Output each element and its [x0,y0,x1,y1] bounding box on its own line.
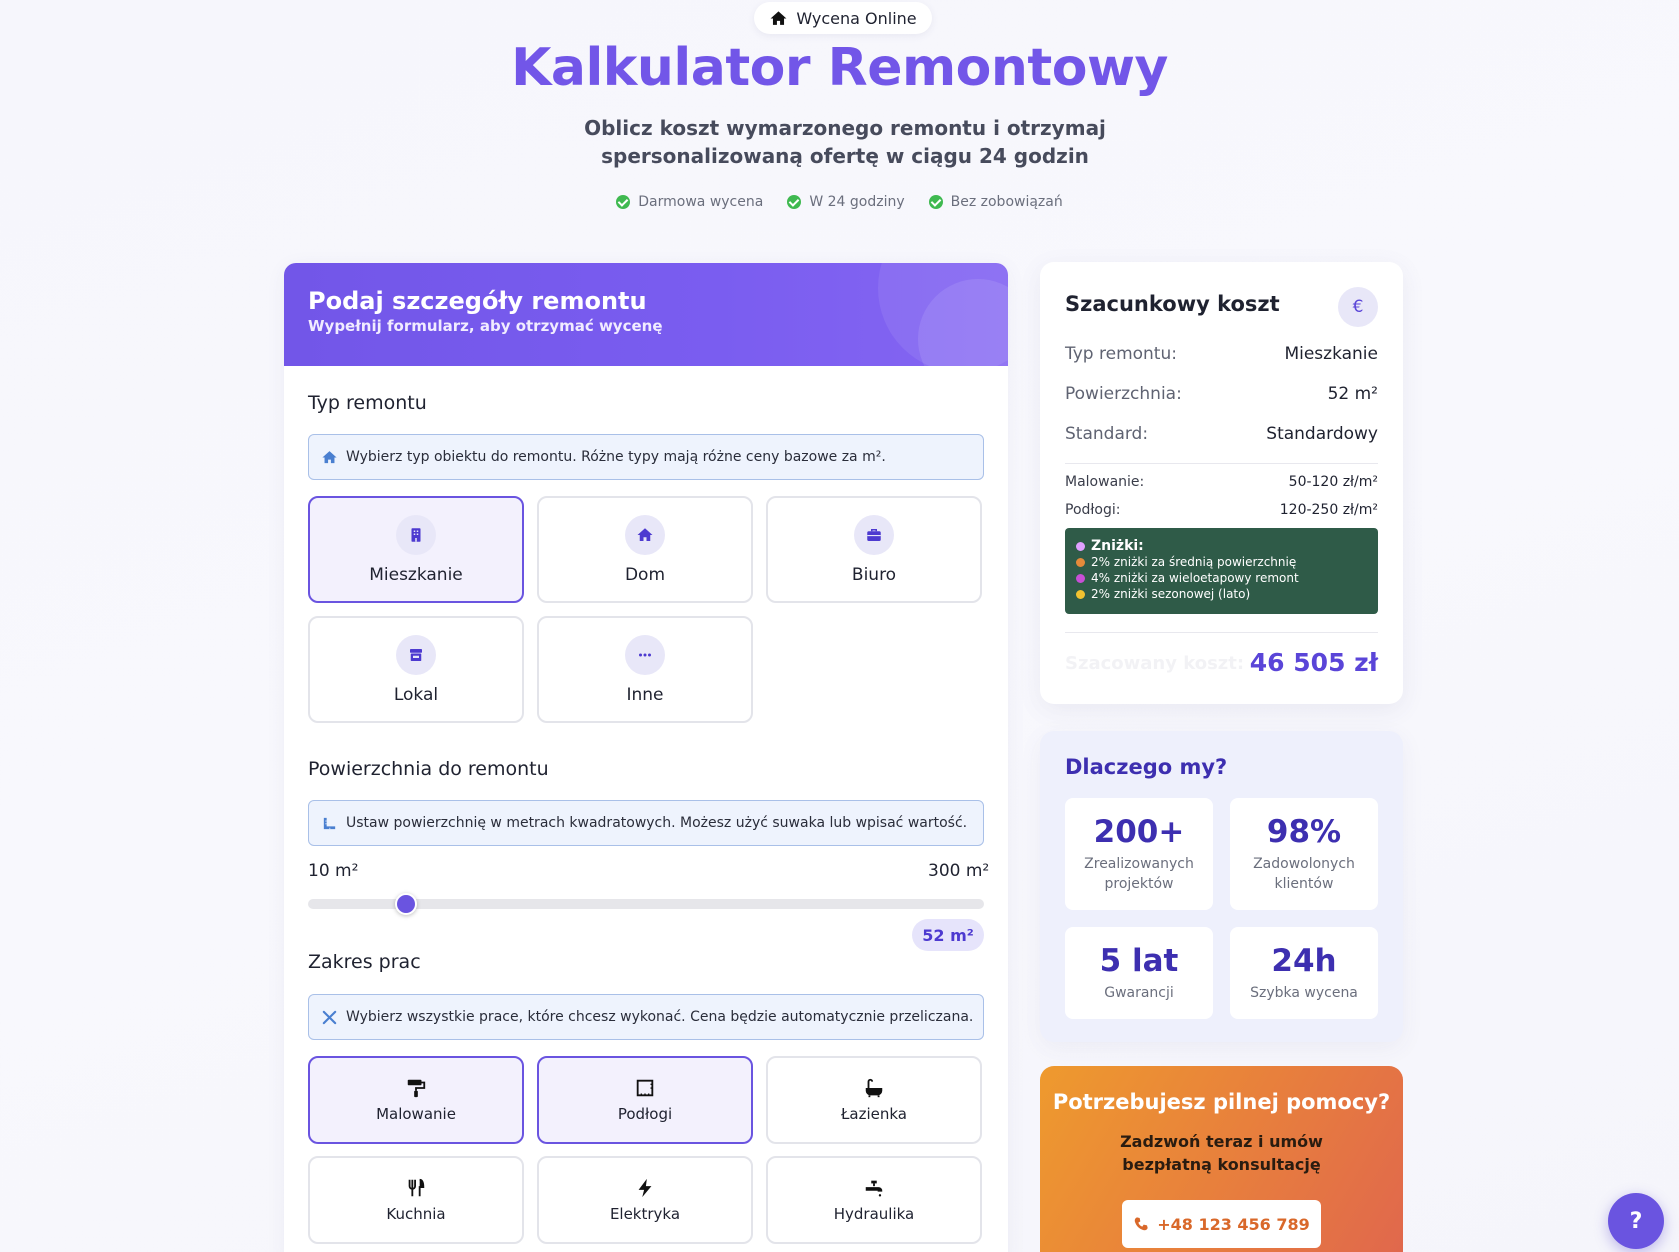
price-row-painting: Malowanie: 50-120 zł/m² [1065,474,1378,490]
why-us-title: Dlaczego my? [1065,755,1228,779]
faucet-icon [865,1180,883,1197]
euro-icon: € [1338,287,1378,327]
stat-warranty: 5 lat Gwarancji [1065,927,1213,1019]
summary-row-standard: Standard: Standardowy [1065,424,1378,444]
feature-item: Darmowa wycena [616,194,763,210]
form-subtitle: Wypełnij formularz, aby otrzymać wycenę [308,317,663,335]
house-emoji-icon [1076,557,1085,567]
check-circle-icon [787,195,802,209]
estimate-label: Szacowany koszt: [1065,653,1245,674]
scope-option-lazienka[interactable]: Łazienka [766,1056,982,1144]
party-icon [1076,541,1085,551]
area-min-label: 10 m² [308,861,359,881]
urgent-help-card: Potrzebujesz pilnej pomocy? Zadzwoń tera… [1040,1066,1403,1252]
call-button[interactable]: +48 123 456 789 [1122,1200,1321,1248]
discounts-title: Zniżki: [1091,538,1144,554]
scope-info-box: Wybierz wszystkie prace, które chcesz wy… [308,994,984,1040]
check-circle-icon [616,195,631,209]
feature-list: Darmowa wycena W 24 godziny Bez zobowiąz… [0,194,1679,210]
page-subtitle: Oblicz koszt wymarzonego remontu i otrzy… [584,116,1106,168]
why-us-card: Dlaczego my? 200+ Zrealizowanych projekt… [1040,731,1403,1042]
area-section-title: Powierzchnia do remontu [308,758,549,780]
ruler-icon [323,817,336,829]
tools-icon [322,1010,337,1024]
estimate-value: 46 505 zł [1249,648,1378,677]
online-quote-badge: Wycena Online [754,2,932,34]
sun-icon [1076,589,1085,599]
summary-row-area: Powierzchnia: 52 m² [1065,384,1378,404]
paint-roller-icon [407,1079,426,1098]
house-icon [625,514,665,555]
type-option-biuro[interactable]: Biuro [766,496,982,603]
scope-option-hydraulika[interactable]: Hydraulika [766,1156,982,1244]
building-icon [396,514,436,555]
form-header: Podaj szczegóły remontu Wypełnij formula… [284,263,1008,366]
help-subtitle: Zadzwoń teraz i umów bezpłatną konsultac… [1120,1132,1323,1174]
discounts-box: Zniżki: 2% zniżki za średnią powierzchni… [1065,528,1378,614]
ellipsis-icon [625,634,665,675]
page-title: Kalkulator Remontowy [511,38,1168,98]
utensils-icon [408,1178,425,1197]
briefcase-icon [854,514,894,555]
scope-section-title: Zakres prac [308,951,421,973]
scope-option-elektryka[interactable]: Elektryka [537,1156,753,1244]
area-value-badge: 52 m² [912,919,984,951]
cost-summary-card: Szacunkowy koszt € Typ remontu: Mieszkani… [1040,262,1403,704]
divider [1065,463,1378,464]
phone-icon [1134,1217,1148,1231]
store-icon [396,634,436,675]
price-row-floors: Podłogi: 120-250 zł/m² [1065,502,1378,518]
help-fab-button[interactable]: ? [1608,1193,1664,1249]
stat-quick-quote: 24h Szybka wycena [1230,927,1378,1019]
check-circle-icon [928,195,943,209]
type-option-dom[interactable]: Dom [537,496,753,603]
divider [1065,632,1378,633]
bath-icon [865,1078,883,1098]
feature-item: W 24 godziny [787,194,905,210]
summary-title: Szacunkowy koszt [1065,292,1280,316]
type-option-lokal[interactable]: Lokal [308,616,524,723]
summary-row-type: Typ remontu: Mieszkanie [1065,344,1378,364]
online-quote-label: Wycena Online [796,8,917,28]
home-icon [770,10,787,25]
type-section-title: Typ remontu [308,392,427,414]
form-title: Podaj szczegóły remontu [308,287,647,315]
scope-option-malowanie[interactable]: Malowanie [308,1056,524,1144]
renovation-form: Podaj szczegóły remontu Wypełnij formula… [284,263,1008,1252]
floor-icon [636,1079,654,1097]
target-icon [1076,573,1085,583]
bolt-icon [638,1178,652,1198]
stat-satisfaction: 98% Zadowolonych klientów [1230,798,1378,910]
area-info-box: Ustaw powierzchnię w metrach kwadratowyc… [308,800,984,846]
feature-item: Bez zobowiązań [928,194,1063,210]
area-max-label: 300 m² [928,861,990,881]
stat-projects: 200+ Zrealizowanych projektów [1065,798,1213,910]
area-slider-thumb[interactable] [394,893,417,915]
help-title: Potrzebujesz pilnej pomocy? [1052,1090,1391,1114]
scope-option-podlogi[interactable]: Podłogi [537,1056,753,1144]
home-icon [322,450,337,463]
type-option-mieszkanie[interactable]: Mieszkanie [308,496,524,603]
type-info-box: Wybierz typ obiektu do remontu. Różne ty… [308,434,984,480]
type-option-inne[interactable]: Inne [537,616,753,723]
scope-option-kuchnia[interactable]: Kuchnia [308,1156,524,1244]
